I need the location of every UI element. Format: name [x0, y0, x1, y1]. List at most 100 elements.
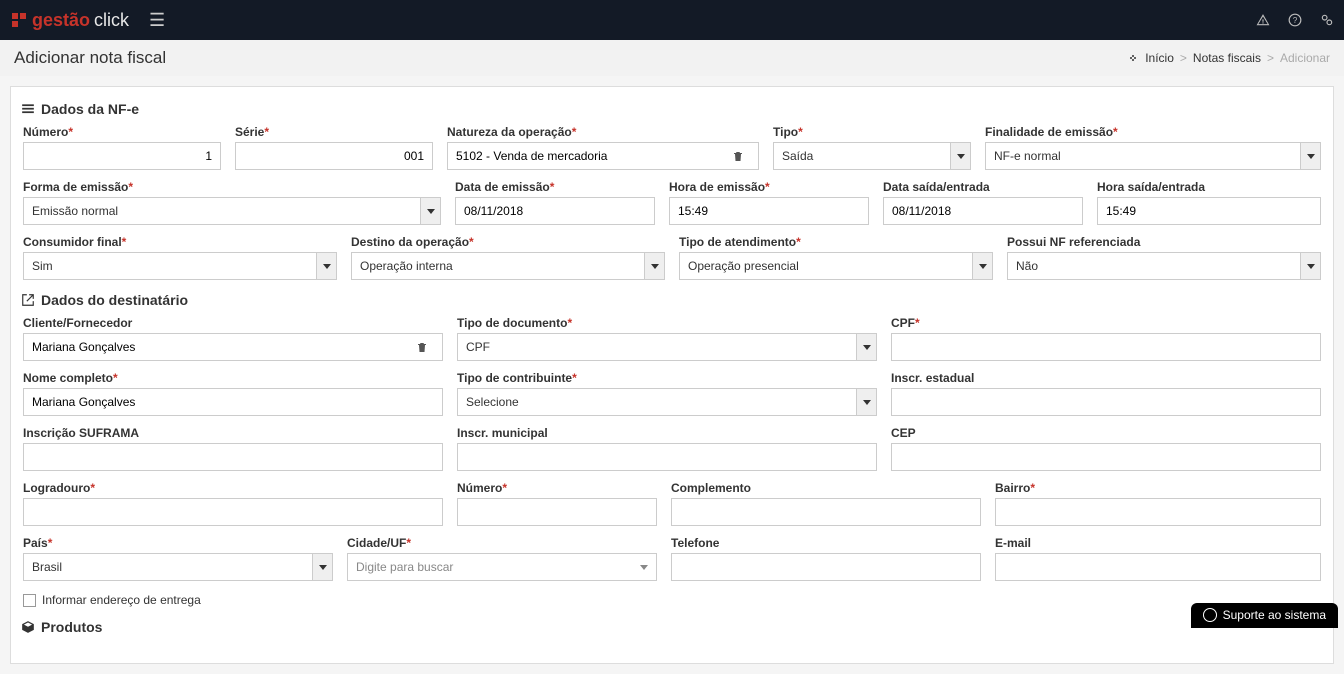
alert-icon[interactable]: [1256, 13, 1270, 27]
label-data-emissao: Data de emissão*: [455, 180, 655, 194]
label-forma-emissao: Forma de emissão*: [23, 180, 441, 194]
chevron-down-icon: [644, 253, 664, 279]
help-icon[interactable]: ?: [1288, 13, 1302, 27]
forma-emissao-value: Emissão normal: [24, 204, 126, 218]
inscr-estadual-input[interactable]: [891, 388, 1321, 416]
inscr-suframa-input[interactable]: [23, 443, 443, 471]
cidade-uf-select[interactable]: Digite para buscar: [347, 553, 657, 581]
inscr-municipal-input[interactable]: [457, 443, 877, 471]
tipo-contribuinte-select[interactable]: Selecione: [457, 388, 877, 416]
natureza-clear-icon[interactable]: [732, 150, 758, 163]
label-pais: País*: [23, 536, 333, 550]
logo-text-2: click: [94, 10, 129, 31]
telefone-input[interactable]: [671, 553, 981, 581]
page-title: Adicionar nota fiscal: [14, 48, 166, 68]
label-tipo-contribuinte: Tipo de contribuinte*: [457, 371, 877, 385]
finalidade-value: NF-e normal: [986, 149, 1069, 163]
data-emissao-input[interactable]: [455, 197, 655, 225]
section-products-label: Produtos: [41, 619, 102, 635]
label-tipo: Tipo*: [773, 125, 971, 139]
label-natureza: Natureza da operação*: [447, 125, 759, 139]
page-header: Adicionar nota fiscal Início > Notas fis…: [0, 40, 1344, 76]
chevron-down-icon: [856, 389, 876, 415]
svg-text:?: ?: [1293, 16, 1298, 25]
home-icon: [1127, 52, 1139, 64]
chevron-down-icon: [1300, 253, 1320, 279]
consumidor-final-value: Sim: [24, 259, 61, 273]
share-icon: [21, 293, 35, 307]
label-cpf: CPF*: [891, 316, 1321, 330]
chevron-down-icon: [316, 253, 336, 279]
label-inscr-municipal: Inscr. municipal: [457, 426, 877, 440]
label-cep: CEP: [891, 426, 1321, 440]
natureza-input[interactable]: [448, 143, 732, 169]
numero-end-input[interactable]: [457, 498, 657, 526]
list-icon: [21, 102, 35, 116]
label-nome-completo: Nome completo*: [23, 371, 443, 385]
tipo-atendimento-select[interactable]: Operação presencial: [679, 252, 993, 280]
bairro-input[interactable]: [995, 498, 1321, 526]
forma-emissao-select[interactable]: Emissão normal: [23, 197, 441, 225]
consumidor-final-select[interactable]: Sim: [23, 252, 337, 280]
label-complemento: Complemento: [671, 481, 981, 495]
box-icon: [21, 620, 35, 634]
breadcrumb-sep: >: [1267, 51, 1274, 65]
destino-operacao-select[interactable]: Operação interna: [351, 252, 665, 280]
pais-select[interactable]: Brasil: [23, 553, 333, 581]
settings-icon[interactable]: [1320, 13, 1334, 27]
breadcrumb-parent[interactable]: Notas fiscais: [1193, 51, 1261, 65]
form-panel: Dados da NF-e Número* Série* Natureza da…: [10, 86, 1334, 664]
serie-input[interactable]: [235, 142, 433, 170]
cliente-input[interactable]: [24, 334, 416, 360]
label-tipo-atendimento: Tipo de atendimento*: [679, 235, 993, 249]
label-logradouro: Logradouro*: [23, 481, 443, 495]
label-tipo-documento: Tipo de documento*: [457, 316, 877, 330]
tipo-atendimento-value: Operação presencial: [680, 259, 807, 273]
label-numero-end: Número*: [457, 481, 657, 495]
cliente-clear-icon[interactable]: [416, 341, 442, 354]
breadcrumb-home[interactable]: Início: [1145, 51, 1174, 65]
breadcrumb-sep: >: [1180, 51, 1187, 65]
numero-input[interactable]: [23, 142, 221, 170]
section-nfe: Dados da NF-e: [21, 99, 1323, 125]
section-dest-label: Dados do destinatário: [41, 292, 188, 308]
label-finalidade: Finalidade de emissão*: [985, 125, 1321, 139]
logo[interactable]: gestãoclick: [10, 10, 129, 31]
entrega-checkbox[interactable]: [23, 594, 36, 607]
menu-toggle-icon[interactable]: ☰: [149, 10, 165, 31]
destino-operacao-value: Operação interna: [352, 259, 461, 273]
chevron-down-icon: [312, 554, 332, 580]
data-saida-input[interactable]: [883, 197, 1083, 225]
section-nfe-label: Dados da NF-e: [41, 101, 139, 117]
chevron-down-icon: [972, 253, 992, 279]
cidade-uf-placeholder: Digite para buscar: [356, 560, 453, 574]
chevron-down-icon: [950, 143, 970, 169]
label-destino-operacao: Destino da operação*: [351, 235, 665, 249]
topbar-actions: ?: [1256, 13, 1334, 27]
tipo-contribuinte-value: Selecione: [458, 395, 527, 409]
label-cidade-uf: Cidade/UF*: [347, 536, 657, 550]
chevron-down-icon: [856, 334, 876, 360]
complemento-input[interactable]: [671, 498, 981, 526]
cpf-input[interactable]: [891, 333, 1321, 361]
label-telefone: Telefone: [671, 536, 981, 550]
entrega-checkbox-row: Informar endereço de entrega: [21, 591, 1323, 609]
label-inscr-estadual: Inscr. estadual: [891, 371, 1321, 385]
email-input[interactable]: [995, 553, 1321, 581]
nf-ref-select[interactable]: Não: [1007, 252, 1321, 280]
tipo-select[interactable]: Saída: [773, 142, 971, 170]
hora-saida-input[interactable]: [1097, 197, 1321, 225]
finalidade-select[interactable]: NF-e normal: [985, 142, 1321, 170]
support-button[interactable]: Suporte ao sistema: [1191, 603, 1338, 628]
logradouro-input[interactable]: [23, 498, 443, 526]
label-email: E-mail: [995, 536, 1321, 550]
logo-icon: [10, 11, 28, 29]
hora-emissao-input[interactable]: [669, 197, 869, 225]
nome-completo-input[interactable]: [23, 388, 443, 416]
logo-text-1: gestão: [32, 10, 90, 31]
tipo-documento-value: CPF: [458, 340, 498, 354]
breadcrumb: Início > Notas fiscais > Adicionar: [1127, 51, 1330, 65]
tipo-documento-select[interactable]: CPF: [457, 333, 877, 361]
support-label: Suporte ao sistema: [1223, 608, 1326, 622]
cep-input[interactable]: [891, 443, 1321, 471]
